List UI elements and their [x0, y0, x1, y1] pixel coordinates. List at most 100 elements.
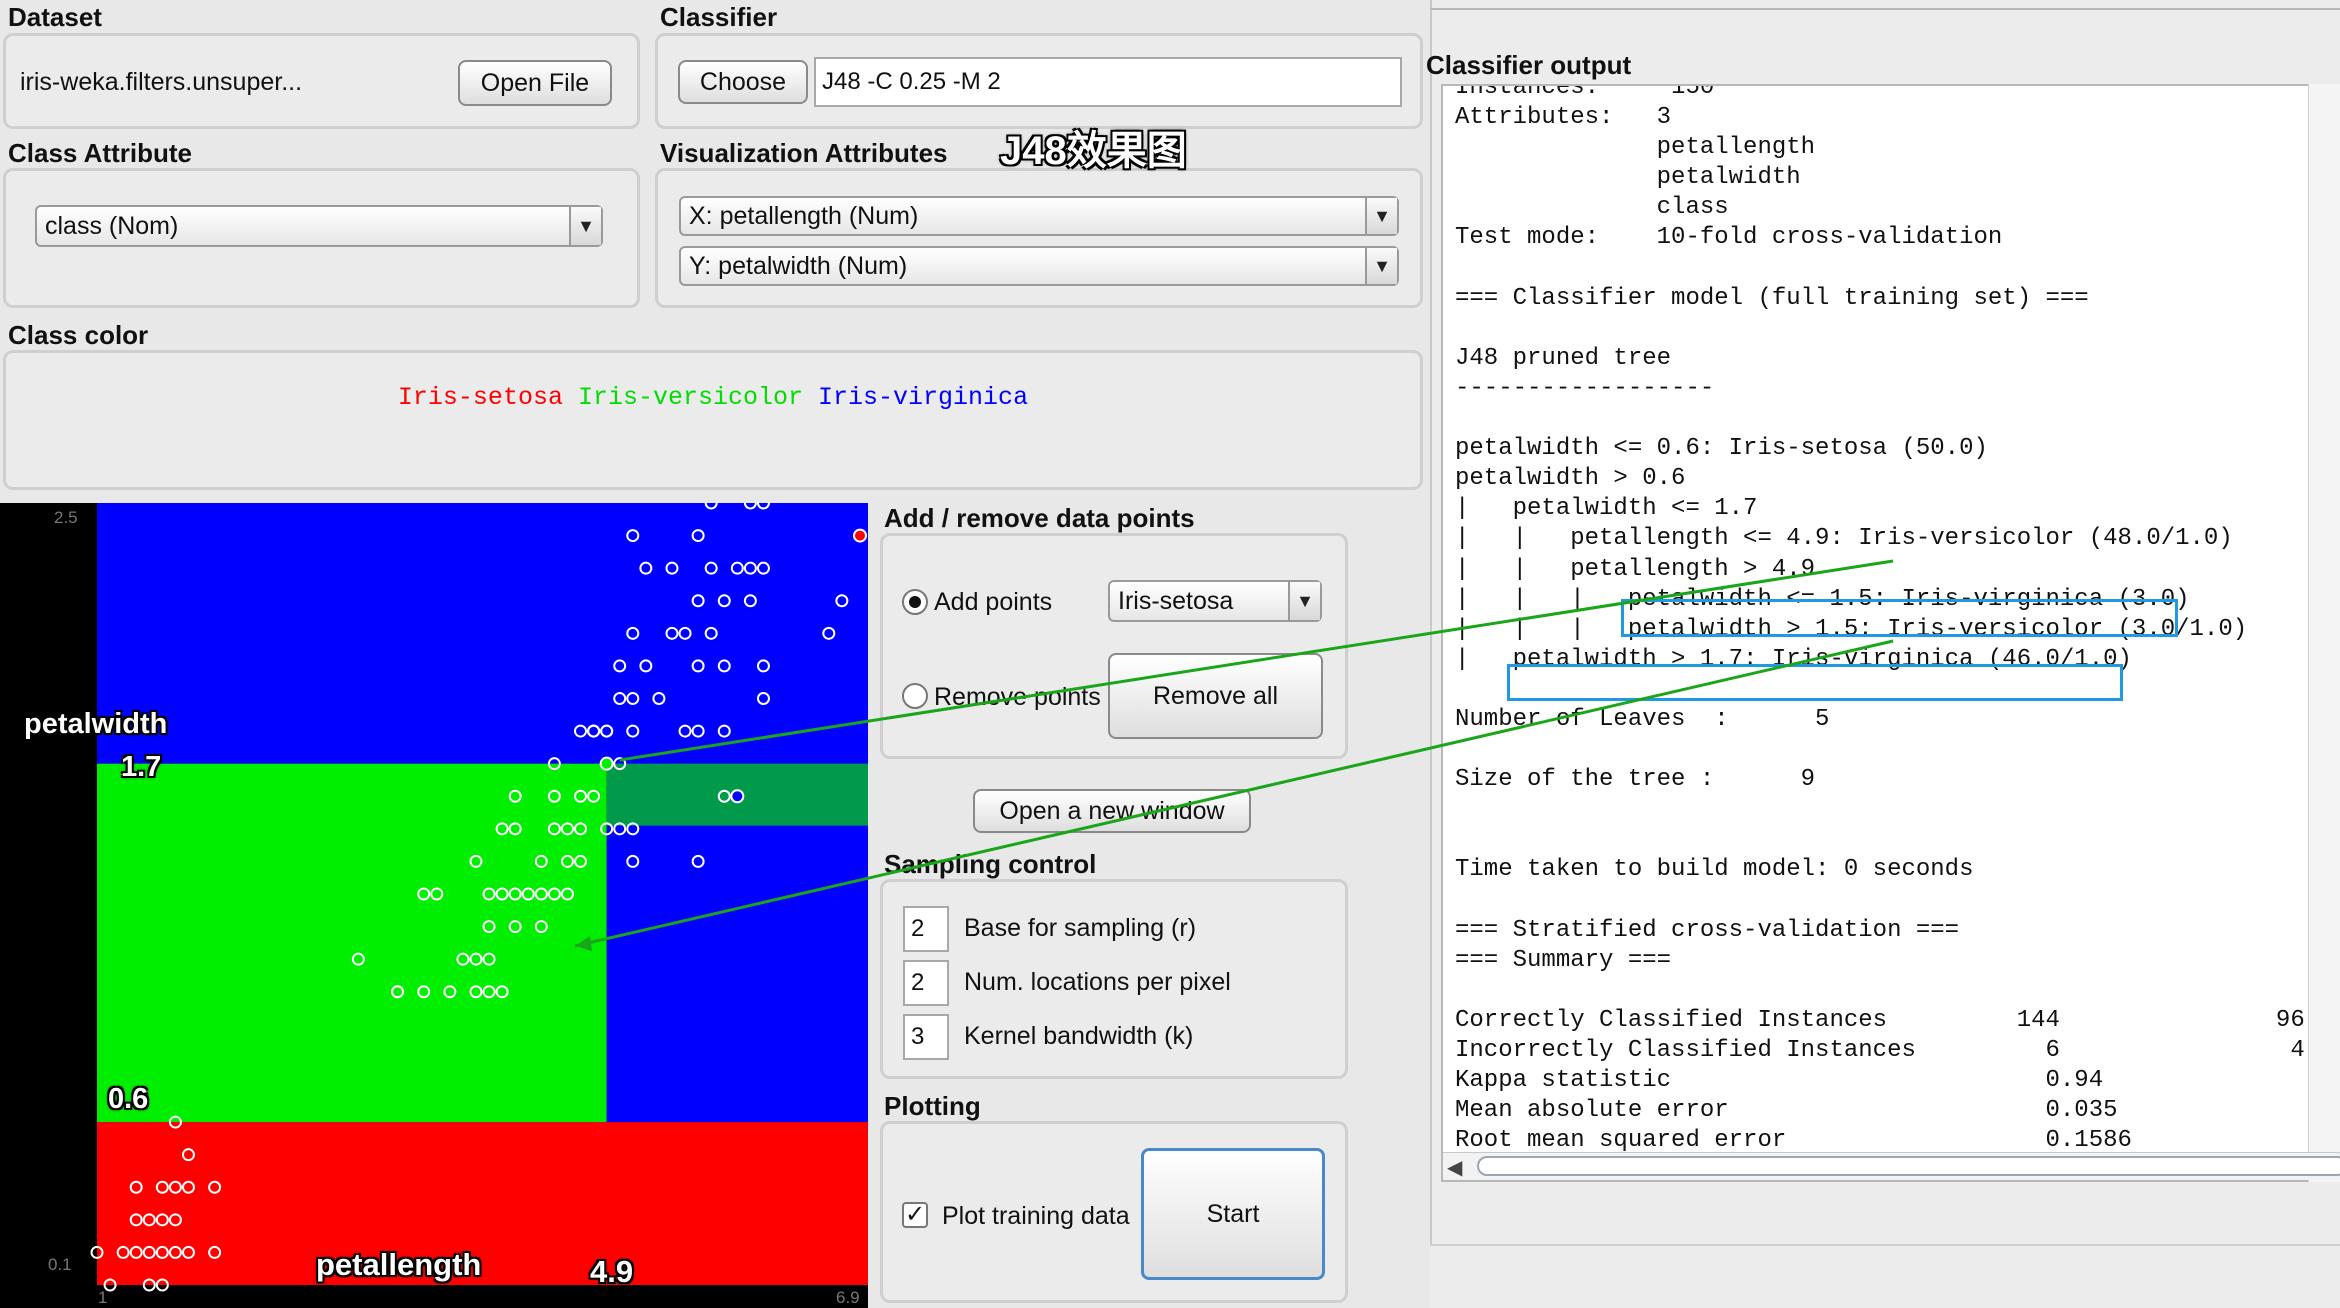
sampling-locations-field[interactable]: 2 [903, 960, 949, 1006]
plot-training-label[interactable]: Plot training data [942, 1202, 1130, 1231]
x-axis-label: petallength [316, 1247, 482, 1282]
dataset-file-label: iris-weka.filters.unsuper... [20, 68, 303, 96]
visualization-group [655, 168, 1423, 308]
region-setosa [97, 1122, 868, 1285]
add-remove-title: Add / remove data points [884, 503, 1195, 533]
boundary-plot[interactable] [0, 503, 868, 1308]
plot-training-checkbox[interactable]: ✓ [902, 1202, 928, 1228]
y-min-tick: 0.1 [48, 1255, 72, 1274]
output-line: Time taken to build model: 0 seconds [1455, 856, 1974, 884]
remove-all-button[interactable]: Remove all [1108, 653, 1323, 739]
add-points-radio[interactable] [902, 589, 928, 615]
class-attribute-select[interactable]: class (Nom) ▼ [35, 205, 603, 247]
highlighted-point [853, 528, 867, 543]
open-file-button[interactable]: Open File [458, 60, 612, 106]
threshold-label-06: 0.6 [108, 1083, 149, 1115]
y-attribute-value: Y: petalwidth (Num) [689, 251, 908, 280]
highlight-box-leaf-17 [1507, 664, 2123, 701]
output-line: petalwidth <= 0.6: Iris-setosa (50.0) [1455, 435, 1988, 463]
horizontal-scrollbar[interactable]: ◀ [1443, 1152, 2340, 1180]
legend-setosa: Iris-setosa [397, 383, 563, 412]
classifier-config-field[interactable]: J48 -C 0.25 -M 2 [814, 57, 1402, 107]
threshold-label-17: 1.7 [121, 751, 162, 783]
vertical-scrollbar[interactable] [2308, 84, 2340, 1182]
class-select-value: Iris-setosa [1118, 586, 1234, 615]
x-attribute-value: X: petallength (Num) [689, 201, 919, 230]
scroll-left-icon[interactable]: ◀ [1447, 1155, 1462, 1180]
output-line: | | petallength > 4.9 [1455, 555, 1816, 583]
chevron-down-icon: ▼ [1288, 582, 1320, 620]
open-new-window-button[interactable]: Open a new window [973, 789, 1251, 833]
output-line: | petalwidth <= 1.7 [1455, 495, 1758, 523]
classifier-title: Classifier [660, 2, 778, 32]
output-line: ------------------ [1455, 374, 1715, 402]
class-color-legend: Iris-setosa Iris-versicolor Iris-virgini… [0, 383, 1426, 412]
y-max-tick: 2.5 [54, 508, 78, 527]
status-area [1430, 1244, 2340, 1308]
output-line: Test mode: 10-fold cross-validation [1455, 224, 2003, 252]
threshold-label-49: 4.9 [590, 1254, 634, 1289]
output-line: class [1455, 194, 1729, 222]
output-line: petalwidth > 0.6 [1455, 465, 1686, 493]
class-color-group [3, 350, 1423, 490]
class-select[interactable]: Iris-setosa ▼ [1108, 580, 1322, 622]
highlight-box-leaf-15 [1621, 599, 2178, 637]
output-line: Mean absolute error 0.035 [1455, 1097, 2118, 1125]
remove-points-label[interactable]: Remove points [934, 683, 1101, 712]
output-line: Number of Leaves : 5 [1455, 705, 1830, 733]
class-attribute-value: class (Nom) [45, 211, 179, 240]
output-top-border [1430, 8, 2340, 10]
output-line: === Stratified cross-validation === [1455, 916, 1960, 944]
class-color-title: Class color [8, 320, 149, 350]
kernel-bandwidth-field[interactable]: 3 [903, 1014, 949, 1060]
output-line: Instances: 150 [1455, 84, 1715, 101]
output-line: Incorrectly Classified Instances 6 4 [1455, 1037, 2305, 1064]
chevron-down-icon: ▼ [1365, 248, 1397, 284]
radio-dot-icon [909, 596, 921, 608]
remove-points-radio[interactable] [902, 683, 928, 709]
output-line: Kappa statistic 0.94 [1455, 1067, 2104, 1095]
overlay-caption: J48效果图 [1000, 129, 1187, 173]
output-line: J48 pruned tree [1455, 344, 1672, 372]
highlighted-point [599, 756, 614, 771]
sampling-locations-label: Num. locations per pixel [964, 968, 1231, 996]
output-title: Classifier output [1426, 50, 1632, 80]
kernel-bandwidth-label: Kernel bandwidth (k) [964, 1022, 1194, 1050]
output-line: === Summary === [1455, 946, 1672, 974]
sampling-base-field[interactable]: 2 [903, 906, 949, 952]
output-line: | | petallength <= 4.9: Iris-versicolor … [1455, 525, 2233, 553]
highlighted-point [730, 789, 745, 804]
start-button[interactable]: Start [1141, 1148, 1325, 1280]
add-points-label[interactable]: Add points [934, 588, 1052, 617]
legend-versicolor: Iris-versicolor [577, 383, 804, 412]
scrollbar-thumb[interactable] [1477, 1156, 2340, 1176]
chevron-down-icon: ▼ [569, 207, 601, 245]
output-line: Attributes: 3 [1455, 104, 1672, 132]
output-line: petallength [1455, 134, 1816, 162]
class-attribute-title: Class Attribute [8, 138, 192, 168]
legend-virginica: Iris-virginica [818, 383, 1029, 412]
plotting-title: Plotting [884, 1091, 981, 1121]
chevron-down-icon: ▼ [1365, 198, 1397, 234]
region-virginica-top [97, 503, 868, 764]
region-versicolor [97, 763, 607, 1123]
output-line: === Classifier model (full training set)… [1455, 284, 2089, 312]
output-line: Size of the tree : 9 [1455, 766, 1816, 794]
checkmark-icon: ✓ [904, 1201, 926, 1228]
output-line: Correctly Classified Instances 144 96 [1455, 1006, 2305, 1034]
y-attribute-select[interactable]: Y: petalwidth (Num) ▼ [679, 246, 1399, 286]
choose-classifier-button[interactable]: Choose [678, 60, 808, 104]
x-axis-strip [0, 1285, 868, 1308]
sampling-base-label: Base for sampling (r) [964, 914, 1197, 942]
y-axis-label: petalwidth [24, 708, 168, 740]
x-attribute-select[interactable]: X: petallength (Num) ▼ [679, 196, 1399, 236]
visualization-title: Visualization Attributes [660, 138, 948, 168]
